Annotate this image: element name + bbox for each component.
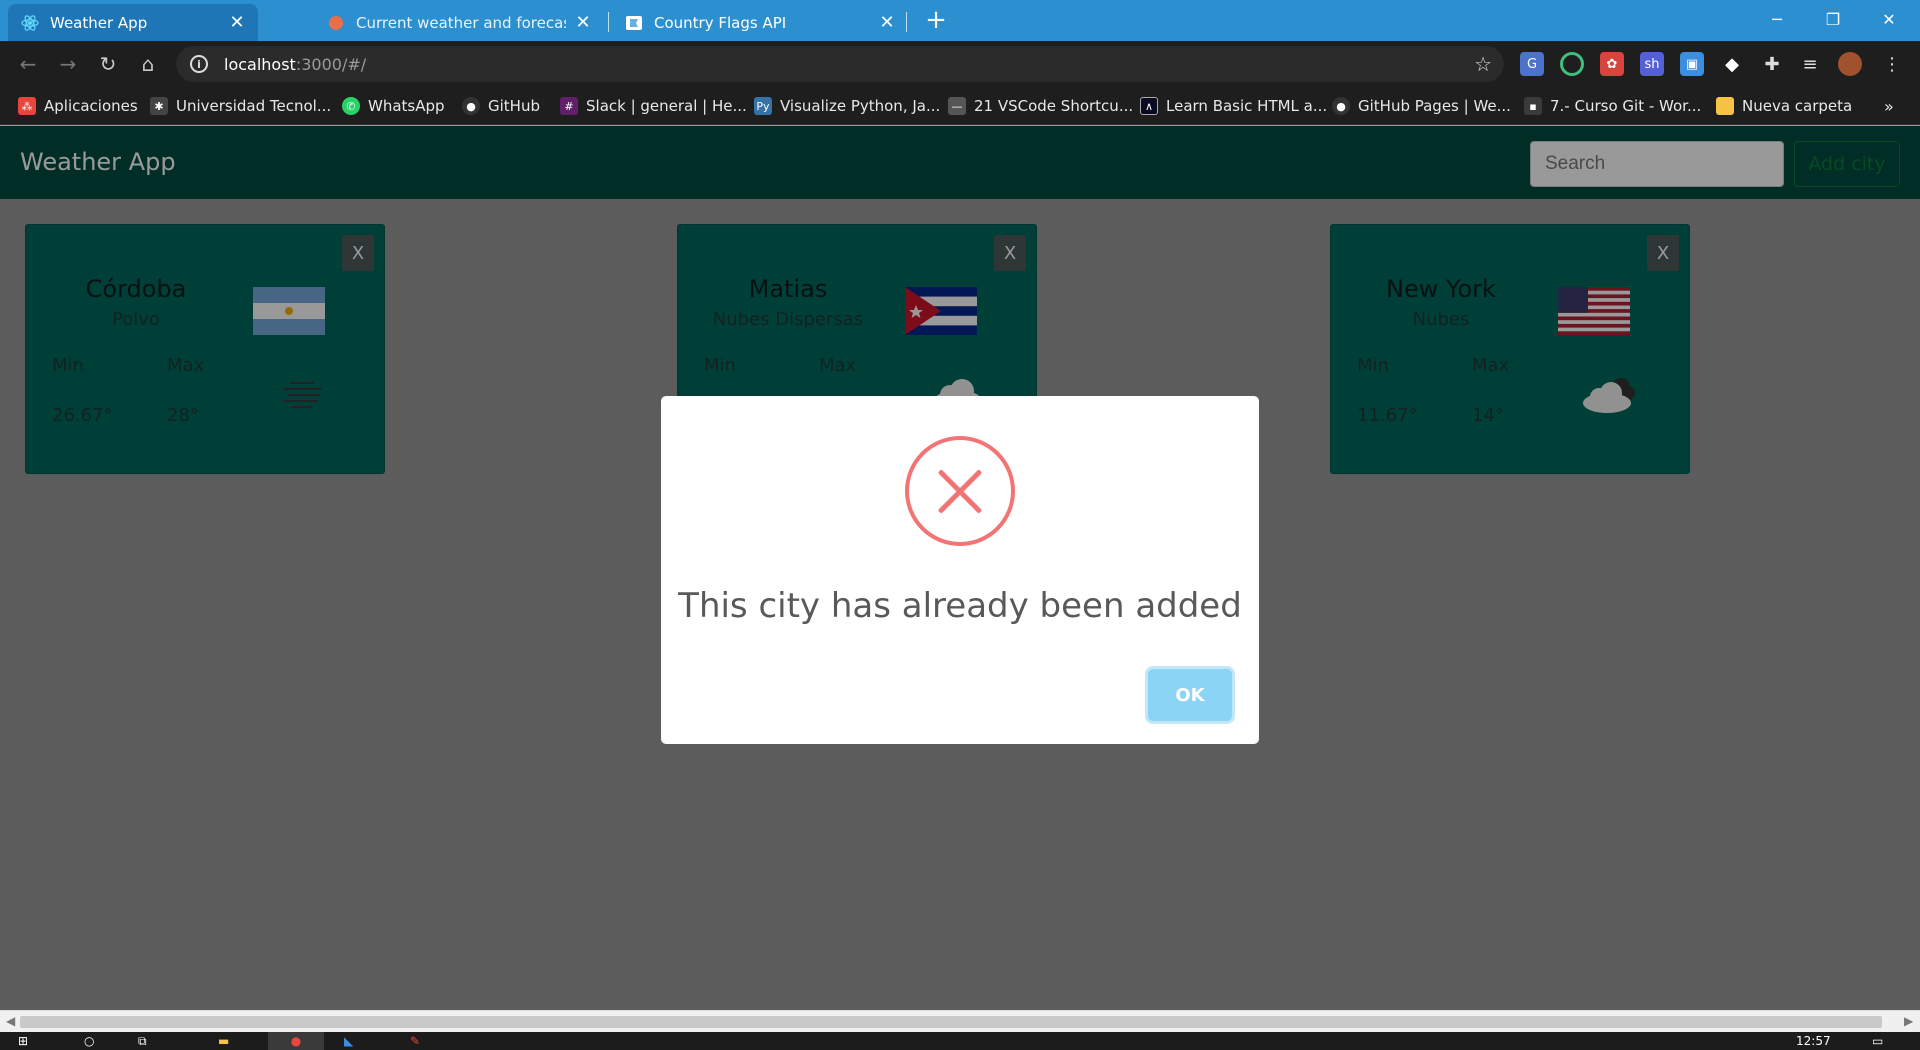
chrome-taskbar-icon[interactable]: ●: [268, 1032, 324, 1050]
playlist-icon[interactable]: ≡: [1798, 52, 1822, 76]
extension-icon[interactable]: ▣: [1680, 52, 1704, 76]
clock[interactable]: 12:57: [1796, 1032, 1831, 1050]
tab-title: Current weather and forecast - O: [356, 13, 566, 32]
close-window-icon[interactable]: ✕: [1866, 0, 1912, 38]
freecodecamp-icon: ∧: [1140, 97, 1158, 115]
home-icon[interactable]: ⌂: [132, 48, 164, 80]
python-icon: Py: [754, 97, 772, 115]
bookmarks-bar: ⁂ Aplicaciones ✱ Universidad Tecnol... ✆ Wh…: [0, 87, 1920, 125]
bookmark-nueva-carpeta[interactable]: Nueva carpeta: [1716, 95, 1852, 117]
diamond-extension-icon[interactable]: ◆: [1720, 52, 1744, 76]
bookmark-github-pages[interactable]: ● GitHub Pages | We...: [1332, 95, 1511, 117]
openweather-icon: [326, 13, 346, 33]
tab-title: Weather App: [50, 13, 148, 32]
scrollbar-thumb[interactable]: [20, 1016, 1882, 1028]
forward-icon[interactable]: →: [52, 48, 84, 80]
scroll-right-icon[interactable]: ▶: [1904, 1014, 1913, 1028]
apps-grid-icon: ⁂: [18, 97, 36, 115]
browser-toolbar: ← → ↻ ⌂ i localhost:3000/#/ ☆ G ✿ sh ▣ ◆…: [0, 41, 1920, 87]
target-extension-icon[interactable]: [1560, 52, 1584, 76]
whatsapp-icon: ✆: [342, 97, 360, 115]
university-icon: ✱: [150, 97, 168, 115]
vscode-icon[interactable]: ◣: [344, 1032, 353, 1050]
search-icon[interactable]: ○: [84, 1032, 94, 1050]
notifications-icon[interactable]: ▭: [1872, 1032, 1883, 1050]
bookmark-aplicaciones[interactable]: ⁂ Aplicaciones: [18, 95, 138, 117]
bookmark-curso-git[interactable]: ▪ 7.- Curso Git - Wor...: [1524, 95, 1701, 117]
tab-separator: [608, 12, 609, 32]
page-icon: ▪: [1524, 97, 1542, 115]
translate-extension-icon[interactable]: G: [1520, 52, 1544, 76]
error-alert-dialog: This city has already been added OK: [661, 396, 1259, 744]
bookmark-star-icon[interactable]: ☆: [1474, 52, 1492, 76]
address-bar[interactable]: i localhost:3000/#/ ☆: [176, 46, 1504, 82]
folder-icon: [1716, 97, 1734, 115]
task-view-icon[interactable]: ⧉: [138, 1032, 147, 1050]
bookmark-python[interactable]: Py Visualize Python, Ja...: [754, 95, 940, 117]
new-tab-button[interactable]: +: [922, 6, 950, 34]
bookmark-learn-html[interactable]: ∧ Learn Basic HTML a...: [1140, 95, 1327, 117]
menu-icon[interactable]: ⋮: [1880, 52, 1904, 76]
bookmark-whatsapp[interactable]: ✆ WhatsApp: [342, 95, 445, 117]
more-bookmarks-icon[interactable]: »: [1884, 95, 1894, 117]
start-icon[interactable]: ⊞: [18, 1032, 28, 1050]
url-text: localhost:3000/#/: [224, 54, 367, 74]
reload-icon[interactable]: ↻: [92, 48, 124, 80]
horizontal-scrollbar[interactable]: ◀ ▶: [0, 1010, 1920, 1032]
restore-icon[interactable]: ❐: [1810, 0, 1856, 38]
bookmark-slack[interactable]: # Slack | general | He...: [560, 95, 747, 117]
tab-openweather[interactable]: Current weather and forecast - O ✕: [314, 4, 604, 41]
slack-icon: #: [560, 97, 578, 115]
dash-icon: —: [948, 97, 966, 115]
file-explorer-icon[interactable]: ▬: [218, 1032, 229, 1050]
app-taskbar-icon[interactable]: ✎: [410, 1032, 420, 1050]
tab-close-icon[interactable]: ✕: [228, 12, 246, 33]
flag-icon: [624, 13, 644, 33]
os-taskbar: ⊞ ○ ⧉ ▬ ● ◣ ✎ 12:57 ▭: [0, 1032, 1920, 1050]
tab-separator: [906, 12, 907, 32]
tab-close-icon[interactable]: ✕: [574, 12, 592, 33]
back-icon[interactable]: ←: [12, 48, 44, 80]
bookmark-vscode-shortcuts[interactable]: —21 VSCode Shortcu...: [948, 95, 1133, 117]
tab-weather-app[interactable]: Weather App ✕: [8, 4, 258, 41]
browser-tab-strip: Weather App ✕ Current weather and foreca…: [0, 0, 1920, 41]
github-icon: ●: [462, 97, 480, 115]
avatar[interactable]: [1838, 52, 1862, 76]
site-info-icon[interactable]: i: [190, 55, 208, 73]
alert-message: This city has already been added: [678, 586, 1242, 626]
tab-title: Country Flags API: [654, 13, 787, 32]
tab-close-icon[interactable]: ✕: [878, 12, 896, 33]
error-x-icon: [905, 436, 1015, 546]
sh-extension-icon[interactable]: sh: [1640, 52, 1664, 76]
ok-button[interactable]: OK: [1148, 669, 1232, 721]
bookmark-universidad[interactable]: ✱ Universidad Tecnol...: [150, 95, 331, 117]
tab-country-flags[interactable]: Country Flags API ✕: [612, 4, 908, 41]
minimize-icon[interactable]: ─: [1754, 0, 1800, 38]
puzzle-extensions-icon[interactable]: ✚: [1760, 52, 1784, 76]
github-icon: ●: [1332, 97, 1350, 115]
bookmark-github[interactable]: ● GitHub: [462, 95, 540, 117]
scroll-left-icon[interactable]: ◀: [6, 1014, 15, 1028]
extension-icon[interactable]: ✿: [1600, 52, 1624, 76]
react-icon: [20, 13, 40, 33]
